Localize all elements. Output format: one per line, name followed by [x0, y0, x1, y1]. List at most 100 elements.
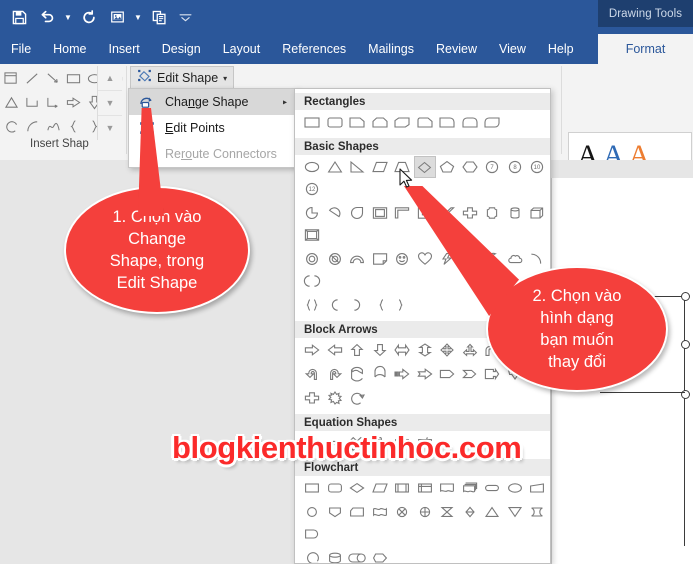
shape-rectangle[interactable] [301, 111, 324, 133]
undo-icon[interactable] [34, 4, 60, 30]
shape-up-down-arrow[interactable] [414, 339, 437, 361]
shape-snip-and-round-corner-rectangle[interactable] [414, 111, 437, 133]
shape-no-symbol[interactable] [324, 248, 347, 270]
flowchart-display[interactable] [369, 547, 392, 563]
triangle-icon[interactable] [1, 90, 22, 114]
shape-double-bracket[interactable] [301, 270, 324, 292]
shape-explosion-arrow[interactable] [324, 387, 347, 409]
shape-snip-single-corner-rectangle[interactable] [346, 111, 369, 133]
shape-left-up-arrow[interactable] [324, 363, 347, 385]
arc-icon[interactable] [22, 114, 43, 138]
tab-view[interactable]: View [488, 34, 537, 64]
shape-right-arrow-callout[interactable] [481, 363, 504, 385]
flowchart-preparation[interactable] [504, 477, 527, 499]
undo-dropdown-icon[interactable]: ▼ [62, 4, 74, 30]
tab-file[interactable]: File [0, 34, 42, 64]
shape-arc[interactable] [526, 248, 549, 270]
shapes-more-icon[interactable]: ▼ [98, 116, 122, 140]
shape-notched-right-arrow[interactable] [414, 363, 437, 385]
tab-home[interactable]: Home [42, 34, 97, 64]
elbow-connector-icon[interactable] [22, 90, 43, 114]
flowchart-magnetic-disk[interactable] [324, 547, 347, 563]
tab-format[interactable]: Format [598, 34, 693, 64]
shape-down-arrow[interactable] [369, 339, 392, 361]
shape-circular-arrow[interactable] [346, 387, 369, 409]
tab-references[interactable]: References [271, 34, 357, 64]
shape-left-arrow[interactable] [324, 339, 347, 361]
copy-icon[interactable] [146, 4, 172, 30]
flowchart-sort[interactable] [459, 501, 482, 523]
line-arrow-icon[interactable] [43, 66, 64, 90]
flowchart-connector[interactable] [301, 501, 324, 523]
shape-striped-right-arrow[interactable] [391, 363, 414, 385]
resize-handle-top-right[interactable] [681, 292, 690, 301]
flowchart-manual-input[interactable] [526, 477, 549, 499]
flowchart-sequential-access-storage[interactable] [301, 547, 324, 563]
shape-left-right-arrow[interactable] [391, 339, 414, 361]
right-arrow-icon[interactable] [63, 90, 84, 114]
shape-regular-pentagon-flower[interactable] [481, 202, 504, 224]
draw-icon[interactable] [104, 4, 130, 30]
flowchart-merge[interactable] [504, 501, 527, 523]
flowchart-document[interactable] [436, 477, 459, 499]
shape-right-brace[interactable] [391, 294, 414, 316]
shape-bevel[interactable] [301, 224, 324, 246]
shape-pentagon-arrow[interactable] [436, 363, 459, 385]
flowchart-summing-junction[interactable] [391, 501, 414, 523]
shape-rounded-rectangle[interactable] [324, 111, 347, 133]
flowchart-direct-access-storage[interactable] [346, 547, 369, 563]
customize-quick-access-icon[interactable] [174, 4, 196, 30]
flowchart-extract[interactable] [481, 501, 504, 523]
save-icon[interactable] [6, 4, 32, 30]
flowchart-or[interactable] [414, 501, 437, 523]
flowchart-process[interactable] [301, 477, 324, 499]
tab-review[interactable]: Review [425, 34, 488, 64]
shape-dodecagon[interactable]: 12 [301, 178, 324, 200]
chevron-down-icon[interactable]: ▾ [223, 74, 227, 83]
flowchart-stored-data[interactable] [526, 501, 549, 523]
scroll-down-icon[interactable]: ▼ [98, 91, 122, 116]
shape-oval[interactable] [301, 156, 324, 178]
shape-decagon[interactable]: 10 [526, 156, 549, 178]
tab-help[interactable]: Help [537, 34, 585, 64]
shape-diamond[interactable] [413, 156, 436, 178]
freeform-icon[interactable] [1, 66, 22, 90]
left-brace-icon[interactable] [63, 114, 84, 138]
flowchart-terminator[interactable] [481, 477, 504, 499]
scroll-up-icon[interactable]: ▲ [98, 66, 122, 91]
flowchart-predefined-process[interactable] [391, 477, 414, 499]
flowchart-collate[interactable] [436, 501, 459, 523]
shape-snip-same-side-corner-rectangle[interactable] [369, 111, 392, 133]
partial-circle-icon[interactable] [1, 114, 22, 138]
resize-handle-right[interactable] [681, 340, 690, 349]
tab-insert[interactable]: Insert [98, 34, 151, 64]
flowchart-decision[interactable] [346, 477, 369, 499]
redo-icon[interactable] [76, 4, 102, 30]
shape-heptagon[interactable]: 7 [481, 156, 504, 178]
shape-cube[interactable] [526, 202, 549, 224]
shape-chord[interactable] [324, 202, 347, 224]
flowchart-delay[interactable] [301, 523, 324, 545]
flowchart-punched-tape[interactable] [369, 501, 392, 523]
shape-block-arc[interactable] [346, 248, 369, 270]
shape-half-frame[interactable] [391, 202, 414, 224]
flowchart-multidocument[interactable] [459, 477, 482, 499]
shape-smiley-face[interactable] [391, 248, 414, 270]
shape-left-right-up-arrow[interactable] [459, 339, 482, 361]
flowchart-off-page-connector[interactable] [324, 501, 347, 523]
tab-design[interactable]: Design [151, 34, 212, 64]
shape-snip-diagonal-corner-rectangle[interactable] [391, 111, 414, 133]
shape-curved-right-arrow[interactable] [346, 363, 369, 385]
shape-right-bracket[interactable] [346, 294, 369, 316]
flowchart-alternate-process[interactable] [324, 477, 347, 499]
shape-teardrop[interactable] [346, 202, 369, 224]
shape-heart[interactable] [414, 248, 437, 270]
shape-donut[interactable] [301, 248, 324, 270]
shape-double-brace[interactable] [301, 294, 324, 316]
shape-cross-arrow[interactable] [301, 387, 324, 409]
shape-left-brace[interactable] [369, 294, 392, 316]
shape-pentagon[interactable] [436, 156, 459, 178]
tab-mailings[interactable]: Mailings [357, 34, 425, 64]
shape-octagon[interactable]: 8 [504, 156, 527, 178]
shape-parallelogram[interactable] [369, 156, 392, 178]
